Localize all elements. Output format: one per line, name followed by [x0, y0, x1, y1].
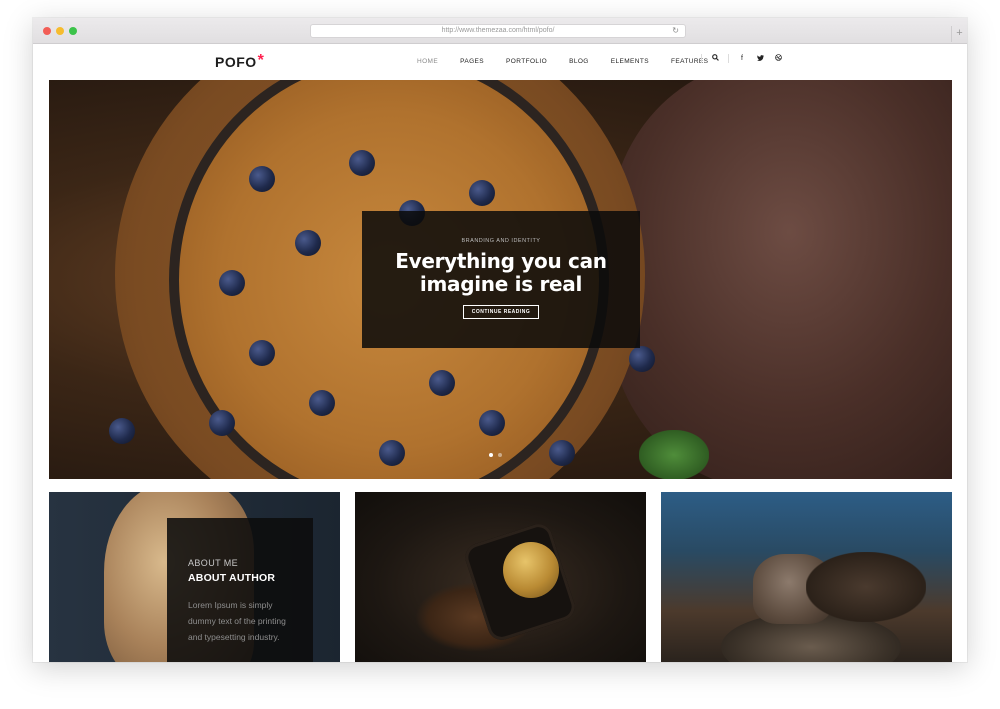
twitter-icon[interactable]: [751, 54, 769, 63]
hero-title-line-1: Everything you can: [395, 249, 607, 273]
berry: [109, 418, 135, 444]
dribbble-icon[interactable]: [769, 54, 787, 63]
divider: [728, 54, 729, 63]
reload-icon[interactable]: ↻: [672, 25, 679, 37]
berry: [249, 166, 275, 192]
berry: [629, 346, 655, 372]
main-nav: HOME PAGES PORTFOLIO BLOG ELEMENTS FEATU…: [417, 58, 730, 65]
berry: [219, 270, 245, 296]
continue-reading-button[interactable]: CONTINUE READING: [462, 305, 540, 319]
nav-blog[interactable]: BLOG: [569, 58, 589, 65]
new-tab-icon[interactable]: +: [951, 26, 967, 42]
divider: [701, 54, 702, 63]
berry: [469, 180, 495, 206]
grinder-brass-top: [503, 542, 559, 598]
header-icons: f: [697, 54, 787, 63]
berry: [549, 440, 575, 466]
browser-chrome: http://www.themezaa.com/html/pofo/ ↻ +: [33, 18, 967, 44]
mint-leaf: [639, 430, 709, 479]
maximize-window-button[interactable]: [69, 27, 77, 35]
about-author-card[interactable]: ABOUT ME ABOUT AUTHOR Lorem Ipsum is sim…: [49, 492, 340, 662]
pottery-card[interactable]: [661, 492, 952, 662]
minimize-window-button[interactable]: [56, 27, 64, 35]
berry: [309, 390, 335, 416]
nav-home[interactable]: HOME: [417, 58, 438, 65]
slide-dot-2[interactable]: [498, 453, 502, 457]
close-window-button[interactable]: [43, 27, 51, 35]
about-author-text: Lorem Ipsum is simply dummy text of the …: [188, 600, 286, 642]
berry: [349, 150, 375, 176]
hero-kicker: BRANDING AND IDENTITY: [461, 238, 541, 244]
berry: [479, 410, 505, 436]
address-bar-url: http://www.themezaa.com/html/pofo/: [441, 27, 555, 34]
browser-window: http://www.themezaa.com/html/pofo/ ↻ + P…: [33, 18, 967, 662]
berry: [379, 440, 405, 466]
slide-dot-1[interactable]: [489, 453, 493, 457]
nav-elements[interactable]: ELEMENTS: [611, 58, 649, 65]
website: POFO* HOME PAGES PORTFOLIO BLOG ELEMENTS…: [33, 44, 967, 662]
slider-pagination: [489, 453, 502, 457]
facebook-icon[interactable]: f: [733, 55, 751, 62]
hero-title: Everything you can imagine is real: [362, 250, 640, 296]
nav-pages[interactable]: PAGES: [460, 58, 484, 65]
hero-title-line-2: imagine is real: [419, 272, 583, 296]
hero-image-cloth: [609, 80, 952, 479]
site-logo[interactable]: POFO*: [215, 52, 265, 72]
nav-portfolio[interactable]: PORTFOLIO: [506, 58, 547, 65]
hero-slider[interactable]: BRANDING AND IDENTITY Everything you can…: [49, 80, 952, 479]
hero-caption-box: BRANDING AND IDENTITY Everything you can…: [362, 211, 640, 348]
berry: [249, 340, 275, 366]
logo-star-icon: *: [257, 52, 265, 69]
berry: [295, 230, 321, 256]
about-me-label: ABOUT ME: [188, 558, 239, 568]
potter-hands-image: [806, 552, 926, 622]
berry: [429, 370, 455, 396]
about-author-title: ABOUT AUTHOR: [188, 572, 276, 584]
coffee-grinder-card[interactable]: [355, 492, 646, 662]
address-bar[interactable]: http://www.themezaa.com/html/pofo/ ↻: [310, 24, 686, 38]
about-author-box: ABOUT ME ABOUT AUTHOR Lorem Ipsum is sim…: [167, 518, 313, 662]
logo-text: POFO: [215, 54, 257, 70]
berry: [209, 410, 235, 436]
search-icon[interactable]: [706, 54, 724, 63]
